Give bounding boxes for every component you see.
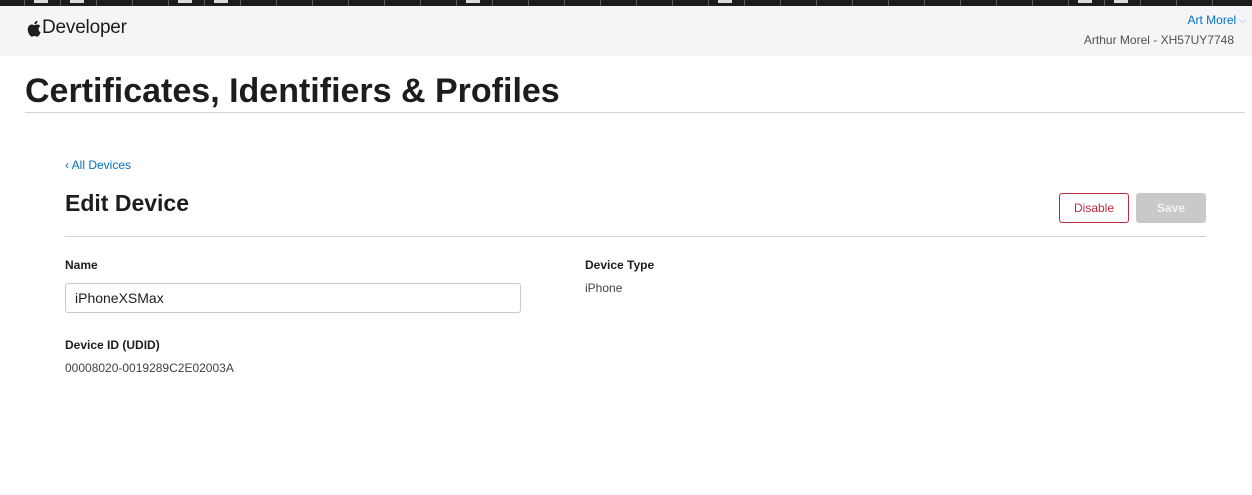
disable-button[interactable]: Disable	[1059, 193, 1129, 223]
name-input[interactable]	[65, 283, 521, 313]
account-info: Arthur Morel - XH57UY7748	[1083, 33, 1234, 47]
device-type-label: Device Type	[585, 258, 655, 272]
all-devices-back-link[interactable]: ‹ All Devices	[65, 158, 131, 172]
section-divider	[65, 236, 1206, 237]
name-label: Name	[65, 258, 98, 272]
chevron-down-icon: ⌵	[1239, 14, 1246, 25]
brand-name: Developer	[42, 17, 127, 38]
user-menu[interactable]: Art Morel ⌵	[1187, 13, 1246, 27]
device-type-value: iPhone	[585, 281, 623, 295]
title-divider	[25, 112, 1245, 113]
section-title: Edit Device	[65, 190, 189, 216]
udid-value: 00008020-0019289C2E02003A	[65, 361, 234, 375]
global-header: Developer Art Morel ⌵ Arthur Morel - XH5…	[0, 6, 1252, 56]
developer-brand-link[interactable]: Developer	[27, 17, 127, 39]
udid-label: Device ID (UDID)	[65, 338, 160, 352]
page-title: Certificates, Identifiers & Profiles	[25, 72, 560, 110]
user-menu-label: Art Morel	[1187, 13, 1237, 27]
apple-logo-icon	[27, 20, 41, 37]
save-button[interactable]: Save	[1136, 193, 1206, 223]
